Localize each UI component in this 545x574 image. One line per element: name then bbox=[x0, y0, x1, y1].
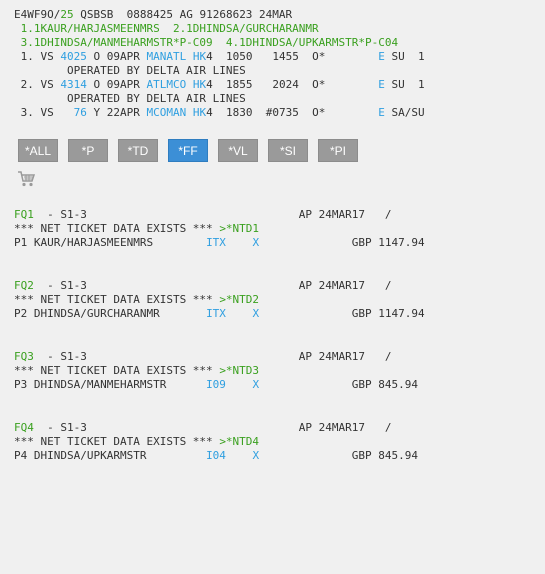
fare-quote-link[interactable]: FQ4 bbox=[14, 421, 34, 434]
fare-quote-header: FQ3 - S1-3 AP 24MAR17 / bbox=[14, 350, 392, 363]
pnr-header: E4WF9O/25 QSBSB 0888425 AG 91268623 24MA… bbox=[14, 8, 293, 21]
fare-type[interactable]: I09 bbox=[206, 378, 226, 391]
flight-number[interactable]: 76 bbox=[74, 106, 87, 119]
shopping-cart-icon[interactable] bbox=[17, 170, 37, 188]
fare-type[interactable]: ITX bbox=[206, 236, 226, 249]
flight-number[interactable]: 4314 bbox=[60, 78, 87, 91]
city-pair[interactable]: MCOMAN bbox=[146, 106, 186, 119]
fare-pax-line: P4 DHINDSA/UPKARMSTR I04 X GBP 845.94 bbox=[14, 449, 419, 462]
p-button[interactable]: *P bbox=[68, 139, 108, 162]
net-ticket-line: *** NET TICKET DATA EXISTS *** >*NTD2 bbox=[14, 293, 260, 306]
pi-button[interactable]: *PI bbox=[318, 139, 358, 162]
net-ticket-line: *** NET TICKET DATA EXISTS *** >*NTD3 bbox=[14, 364, 260, 377]
fare-quote-link[interactable]: FQ2 bbox=[14, 279, 34, 292]
fare-pax-line: P1 KAUR/HARJASMEENMRS ITX X GBP 1147.94 bbox=[14, 236, 425, 249]
net-ticket-line: *** NET TICKET DATA EXISTS *** >*NTD4 bbox=[14, 435, 260, 448]
fare-quote-link[interactable]: FQ3 bbox=[14, 350, 34, 363]
e-ticket-flag: E bbox=[378, 50, 385, 63]
flight-number[interactable]: 4025 bbox=[60, 50, 87, 63]
fare-pax-line: P2 DHINDSA/GURCHARANMR ITX X GBP 1147.94 bbox=[14, 307, 425, 320]
e-ticket-flag: E bbox=[378, 78, 385, 91]
segment-operated-by: OPERATED BY DELTA AIR LINES bbox=[14, 92, 246, 105]
fare-quote-header: FQ1 - S1-3 AP 24MAR17 / bbox=[14, 208, 392, 221]
record-locator[interactable]: E4WF9O bbox=[14, 8, 54, 21]
net-ticket-line: *** NET TICKET DATA EXISTS *** >*NTD1 bbox=[14, 222, 260, 235]
fare-amount: GBP 845.94 bbox=[259, 378, 419, 391]
td-button[interactable]: *TD bbox=[118, 139, 158, 162]
city-pair[interactable]: MANATL bbox=[146, 50, 186, 63]
segment-row: 1. VS 4025 O 09APR MANATL HK4 1050 1455 … bbox=[14, 50, 425, 63]
fare-amount: GBP 1147.94 bbox=[259, 307, 425, 320]
segment-status: HK bbox=[192, 78, 207, 91]
fare-pax-line: P3 DHINDSA/MANMEHARMSTR I09 X GBP 845.94 bbox=[14, 378, 419, 391]
fare-type[interactable]: ITX bbox=[206, 307, 226, 320]
ntd-link[interactable]: >*NTD3 bbox=[219, 364, 259, 377]
segment-row: 2. VS 4314 O 09APR ATLMCO HK4 1855 2024 … bbox=[14, 78, 425, 91]
vl-button[interactable]: *VL bbox=[218, 139, 258, 162]
city-pair[interactable]: ATLMCO bbox=[146, 78, 186, 91]
fare-amount: GBP 1147.94 bbox=[259, 236, 425, 249]
fare-quote-header: FQ2 - S1-3 AP 24MAR17 / bbox=[14, 279, 392, 292]
fare-quote-header: FQ4 - S1-3 AP 24MAR17 / bbox=[14, 421, 392, 434]
ntd-link[interactable]: >*NTD2 bbox=[219, 293, 259, 306]
terminal-screen: E4WF9O/25 QSBSB 0888425 AG 91268623 24MA… bbox=[0, 0, 545, 574]
segment-status: HK bbox=[192, 50, 207, 63]
segment-status: HK bbox=[192, 106, 207, 119]
fare-quote-link[interactable]: FQ1 bbox=[14, 208, 34, 221]
names-line-1: 1.1KAUR/HARJASMEENMRS 2.1DHINDSA/GURCHAR… bbox=[14, 22, 319, 35]
ntd-link[interactable]: >*NTD4 bbox=[219, 435, 259, 448]
ff-button[interactable]: *FF bbox=[168, 139, 208, 162]
pax-count: 25 bbox=[60, 8, 74, 21]
segment-operated-by: OPERATED BY DELTA AIR LINES bbox=[14, 64, 246, 77]
segment-row: 3. VS 76 Y 22APR MCOMAN HK4 1830 #0735 O… bbox=[14, 106, 425, 119]
names-line-2: 3.1DHINDSA/MANMEHARMSTR*P-C09 4.1DHINDSA… bbox=[14, 36, 399, 49]
e-ticket-flag: E bbox=[378, 106, 385, 119]
fare-type[interactable]: I04 bbox=[206, 449, 226, 462]
ntd-link[interactable]: >*NTD1 bbox=[219, 222, 259, 235]
all-button[interactable]: *ALL bbox=[18, 139, 58, 162]
si-button[interactable]: *SI bbox=[268, 139, 308, 162]
fare-amount: GBP 845.94 bbox=[259, 449, 419, 462]
